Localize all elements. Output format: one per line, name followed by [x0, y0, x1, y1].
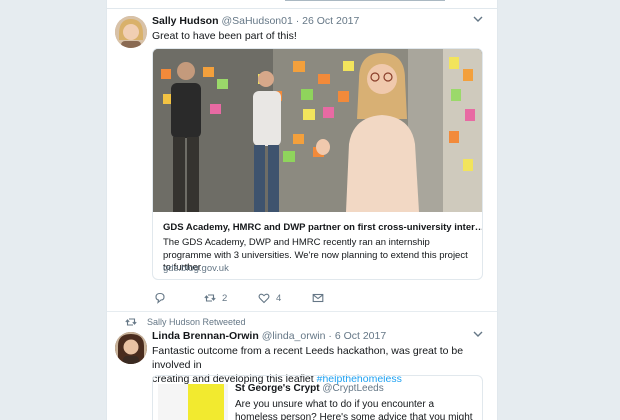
dot-separator: · [295, 15, 300, 27]
dot-separator: · [328, 330, 332, 342]
user-handle[interactable]: @linda_orwin [262, 330, 326, 342]
avatar[interactable] [115, 332, 147, 364]
tweet-header: Linda Brennan-Orwin @linda_orwin · 6 Oct… [152, 330, 386, 342]
retweet-icon [125, 318, 137, 326]
quoted-tweet-thumbnail[interactable] [158, 384, 228, 420]
tweet-header: Sally Hudson @SaHudson01 · 26 Oct 2017 [152, 15, 359, 27]
retweet-icon [204, 294, 216, 302]
tweet-text: Great to have been part of this! [152, 30, 297, 42]
link-card[interactable]: GDS Academy, HMRC and DWP partner on fir… [152, 48, 483, 280]
retweet-context-label: Sally Hudson Retweeted [147, 317, 246, 327]
card-title: GDS Academy, HMRC and DWP partner on fir… [163, 222, 483, 233]
retweet-button[interactable]: 2 [204, 292, 227, 304]
retweet-context[interactable]: Sally Hudson Retweeted [125, 317, 246, 327]
card-domain: gds.blog.gov.uk [163, 263, 229, 274]
user-handle[interactable]: @SaHudson01 [221, 15, 292, 27]
retweet-count: 2 [222, 292, 228, 304]
avatar[interactable] [115, 16, 147, 48]
previous-tweet-edge [107, 0, 497, 9]
tweet-actions: 2 4 [152, 292, 352, 306]
display-name[interactable]: Sally Hudson [152, 15, 219, 27]
quoted-tweet-text: Are you unsure what to do if you encount… [235, 399, 473, 420]
quoted-user-handle: @CryptLeeds [322, 383, 384, 394]
tweet-text-line: Fantastic outcome from a recent Leeds ha… [152, 345, 464, 371]
tweet-date[interactable]: 6 Oct 2017 [335, 330, 386, 342]
message-icon [312, 293, 324, 303]
timeline: Sally Hudson @SaHudson01 · 26 Oct 2017 G… [106, 0, 498, 420]
reply-icon [155, 292, 165, 304]
display-name[interactable]: Linda Brennan-Orwin [152, 330, 259, 342]
card-image[interactable] [153, 49, 482, 212]
chevron-down-icon[interactable] [473, 330, 483, 341]
tweet[interactable]: Sally Hudson @SaHudson01 · 26 Oct 2017 G… [107, 10, 497, 312]
heart-icon [258, 293, 270, 304]
quoted-tweet[interactable]: St George's Crypt @CryptLeeds Are you un… [152, 375, 483, 420]
reply-button[interactable] [154, 292, 166, 304]
tweet[interactable]: Sally Hudson Retweeted Linda Brennan-Orw… [107, 313, 497, 420]
quoted-tweet-header: St George's Crypt @CryptLeeds [235, 383, 384, 394]
tweet-date[interactable]: 26 Oct 2017 [302, 15, 359, 27]
like-count: 4 [276, 292, 282, 304]
quoted-display-name: St George's Crypt [235, 383, 320, 394]
chevron-down-icon[interactable] [473, 15, 483, 26]
direct-message-button[interactable] [312, 292, 324, 304]
like-button[interactable]: 4 [258, 292, 281, 304]
